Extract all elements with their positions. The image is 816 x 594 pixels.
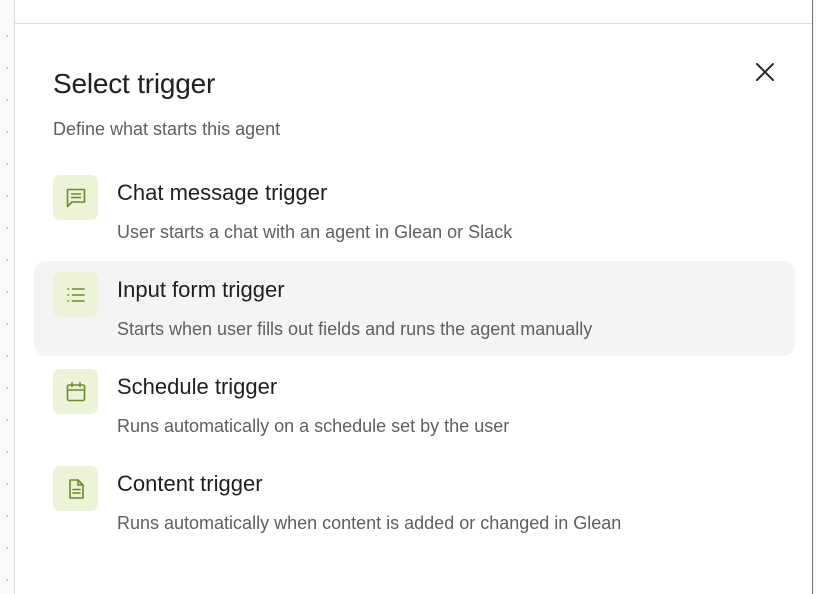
list-icon	[53, 272, 98, 317]
trigger-description: Runs automatically on a schedule set by …	[117, 416, 510, 436]
trigger-name: Content trigger	[117, 471, 263, 496]
dialog-subtitle: Define what starts this agent	[53, 119, 281, 139]
trigger-description: Starts when user fills out fields and ru…	[117, 319, 593, 339]
trigger-list: Chat message trigger User starts a chat …	[34, 164, 795, 552]
background-top-bar	[0, 0, 812, 24]
trigger-option-input-form[interactable]: Input form trigger Starts when user fill…	[34, 261, 795, 356]
trigger-description: Runs automatically when content is added…	[117, 513, 622, 533]
trigger-option-schedule[interactable]: Schedule trigger Runs automatically on a…	[34, 358, 795, 453]
trigger-description: User starts a chat with an agent in Glea…	[117, 222, 513, 242]
chat-message-icon	[53, 175, 98, 220]
select-trigger-dialog: Select trigger Define what starts this a…	[15, 24, 812, 594]
background-scroll-edge	[812, 0, 816, 594]
close-icon	[756, 63, 774, 81]
trigger-name: Input form trigger	[117, 277, 285, 302]
calendar-icon	[53, 369, 98, 414]
background-canvas-edge	[0, 0, 15, 594]
close-button[interactable]	[751, 58, 779, 86]
trigger-option-chat-message[interactable]: Chat message trigger User starts a chat …	[34, 164, 795, 259]
dialog-title: Select trigger	[53, 68, 216, 99]
background-grid-dots	[6, 20, 8, 590]
trigger-name: Chat message trigger	[117, 180, 328, 205]
trigger-option-content[interactable]: Content trigger Runs automatically when …	[34, 455, 795, 550]
document-icon	[53, 466, 98, 511]
trigger-name: Schedule trigger	[117, 374, 278, 399]
